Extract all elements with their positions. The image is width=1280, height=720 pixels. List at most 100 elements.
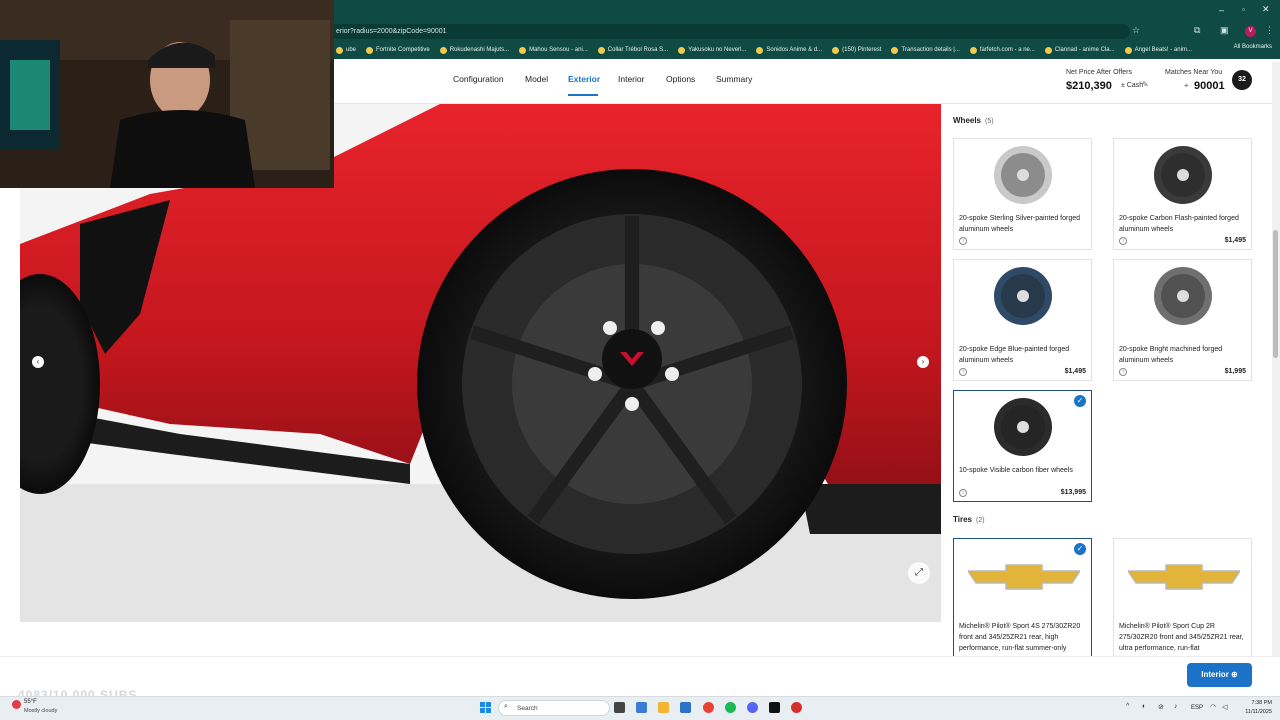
tab-options[interactable]: Options bbox=[666, 74, 695, 84]
bookmark-item[interactable]: Yakusoku no Neverl... bbox=[678, 46, 746, 54]
wheel-option-name: 10-spoke Visible carbon fiber wheels bbox=[959, 467, 1073, 474]
bookmark-favicon-icon bbox=[519, 46, 527, 54]
bookmark-item[interactable]: (150) Pinterest bbox=[832, 46, 882, 54]
windows-start-icon[interactable] bbox=[480, 702, 491, 713]
bookmark-item[interactable]: Fortnite Competitive bbox=[366, 46, 430, 54]
price-value: $210,390 bbox=[1066, 80, 1112, 92]
discord-icon[interactable] bbox=[747, 702, 758, 713]
bookmark-item[interactable]: Transaction details |... bbox=[891, 46, 960, 54]
wheel-option-card[interactable]: 20-spoke Edge Blue-painted forged alumin… bbox=[953, 259, 1092, 381]
tab-model[interactable]: Model bbox=[525, 74, 548, 84]
bookmark-label: Mahou Sensou - ani... bbox=[529, 47, 588, 53]
file-explorer-icon[interactable] bbox=[658, 702, 669, 713]
info-icon[interactable]: i bbox=[959, 237, 967, 245]
wheels-section-title: Wheels (5) bbox=[953, 116, 994, 125]
tray-location-icon[interactable]: ⊘ bbox=[1158, 703, 1164, 711]
all-bookmarks-link[interactable]: All Bookmarks bbox=[1234, 44, 1272, 50]
chrome-icon[interactable] bbox=[703, 702, 714, 713]
profile-avatar[interactable]: V bbox=[1245, 26, 1256, 37]
clock-date[interactable]: 11/11/2025 bbox=[1236, 709, 1272, 715]
close-icon[interactable]: ✕ bbox=[1262, 4, 1270, 15]
wheel-thumbnail bbox=[1154, 267, 1212, 325]
wheel-option-card[interactable]: 20-spoke Sterling Silver-painted forged … bbox=[953, 138, 1092, 250]
info-icon[interactable]: i bbox=[959, 489, 967, 497]
bookmark-favicon-icon bbox=[969, 46, 977, 54]
tires-title: Tires bbox=[953, 515, 972, 524]
tab-exterior[interactable]: Exterior bbox=[568, 74, 600, 84]
bookmark-label: (150) Pinterest bbox=[842, 47, 882, 53]
bookmark-favicon-icon bbox=[678, 46, 686, 54]
keyboard-language[interactable]: ESP bbox=[1191, 705, 1203, 711]
bookmark-label: Rokudenashi Majuts... bbox=[449, 47, 510, 53]
star-icon[interactable]: ☆ bbox=[1132, 25, 1140, 36]
matches-zip[interactable]: 90001 bbox=[1194, 80, 1225, 92]
price-label: Net Price After Offers bbox=[1066, 69, 1133, 76]
next-interior-button[interactable]: Interior ⊕ bbox=[1187, 663, 1252, 687]
app-icon[interactable] bbox=[791, 702, 802, 713]
bookmark-item[interactable]: Angel Beats! - anim... bbox=[1124, 46, 1192, 54]
bookmark-favicon-icon bbox=[756, 46, 764, 54]
capcut-icon[interactable] bbox=[769, 702, 780, 713]
store-icon[interactable] bbox=[680, 702, 691, 713]
bookmark-item[interactable]: Rokudenashi Majuts... bbox=[439, 46, 510, 54]
wheel-option-name: 20-spoke Carbon Flash-painted forged alu… bbox=[1119, 215, 1239, 233]
tire-option-card[interactable]: Michelin® Pilot® Sport Cup 2R 275/30ZR20… bbox=[1113, 538, 1252, 656]
task-view-icon[interactable] bbox=[614, 702, 625, 713]
maximize-icon[interactable]: ▫ bbox=[1242, 5, 1245, 14]
weather-icon[interactable] bbox=[12, 700, 21, 709]
sidepanel-icon[interactable]: ▣ bbox=[1220, 25, 1229, 36]
wheel-thumbnail bbox=[1154, 146, 1212, 204]
extensions-icon[interactable]: ⧉ bbox=[1194, 25, 1200, 36]
tire-option-name: Michelin® Pilot® Sport 4S 275/30ZR20 fro… bbox=[959, 623, 1081, 652]
weather-desc: Mostly cloudy bbox=[24, 708, 58, 714]
tray-app-icon[interactable]: ◐ bbox=[1142, 703, 1146, 710]
bookmark-item[interactable]: Clannad - anime Cla... bbox=[1044, 46, 1115, 54]
wheels-title: Wheels bbox=[953, 116, 982, 125]
tab-summary[interactable]: Summary bbox=[716, 74, 752, 84]
bookmark-label: Collar Trébol Rosa S... bbox=[607, 47, 669, 53]
bookmark-item[interactable]: ube bbox=[336, 46, 357, 54]
matches-label: Matches Near You bbox=[1165, 69, 1223, 76]
tab-configuration[interactable]: Configuration bbox=[453, 74, 504, 84]
minimize-icon[interactable]: – bbox=[1219, 5, 1224, 15]
tray-chevron-icon[interactable]: ^ bbox=[1126, 703, 1129, 710]
edit-pencil-icon[interactable]: ✎ bbox=[1142, 80, 1149, 89]
bookmark-item[interactable]: Mahou Sensou - ani... bbox=[519, 46, 588, 54]
panel-scrollbar[interactable] bbox=[1272, 62, 1280, 656]
menu-icon[interactable]: ⋮ bbox=[1265, 25, 1274, 36]
tires-section-title: Tires (2) bbox=[953, 515, 985, 524]
taskbar-search[interactable]: Search bbox=[498, 700, 610, 716]
bookmark-label: farfetch.com - a ne... bbox=[979, 47, 1035, 53]
wheel-option-card[interactable]: 20-spoke Carbon Flash-painted forged alu… bbox=[1113, 138, 1252, 250]
bookmark-label: Fortnite Competitive bbox=[376, 47, 430, 53]
next-image-arrow-icon[interactable]: › bbox=[917, 356, 929, 368]
wheel-option-name: 20-spoke Sterling Silver-painted forged … bbox=[959, 215, 1081, 233]
expand-icon[interactable]: ⤢ bbox=[908, 562, 930, 584]
info-icon[interactable]: i bbox=[959, 368, 967, 376]
info-icon[interactable]: i bbox=[1119, 237, 1127, 245]
info-icon[interactable]: i bbox=[1119, 368, 1127, 376]
location-pin-icon: ⌖ bbox=[1184, 81, 1189, 90]
wheel-option-card[interactable]: 10-spoke Visible carbon fiber wheels i $13… bbox=[953, 390, 1092, 502]
bookmark-item[interactable]: Sonidos Anime & d... bbox=[756, 46, 822, 54]
tire-option-card[interactable]: Michelin® Pilot® Sport 4S 275/30ZR20 fro… bbox=[953, 538, 1092, 656]
wheels-count: (5) bbox=[985, 118, 994, 125]
volume-icon[interactable]: ◁ bbox=[1222, 703, 1227, 711]
chevrolet-bowtie-logo-icon bbox=[968, 564, 1080, 590]
previous-image-arrow-icon[interactable]: ‹ bbox=[32, 356, 44, 368]
wheel-option-card[interactable]: 20-spoke Bright machined forged aluminum… bbox=[1113, 259, 1252, 381]
bookmark-label: ube bbox=[346, 47, 357, 53]
panel-scroll-thumb[interactable] bbox=[1273, 230, 1278, 358]
tray-mic-icon[interactable]: ♪ bbox=[1174, 703, 1178, 710]
clock-time[interactable]: 7:38 PM bbox=[1236, 700, 1272, 706]
wifi-icon[interactable]: ◠ bbox=[1210, 703, 1216, 711]
url-input[interactable]: erior?radius=2000&zipCode=90001 bbox=[330, 24, 1130, 39]
bookmark-item[interactable]: Collar Trébol Rosa S... bbox=[597, 46, 669, 54]
bookmark-item[interactable]: farfetch.com - a ne... bbox=[969, 46, 1035, 54]
bookmark-favicon-icon bbox=[366, 46, 374, 54]
tab-interior[interactable]: Interior bbox=[618, 74, 644, 84]
matches-count-badge[interactable]: 32 bbox=[1232, 70, 1252, 90]
copilot-icon[interactable] bbox=[636, 702, 647, 713]
spotify-icon[interactable] bbox=[725, 702, 736, 713]
wheel-thumbnail bbox=[994, 267, 1052, 325]
